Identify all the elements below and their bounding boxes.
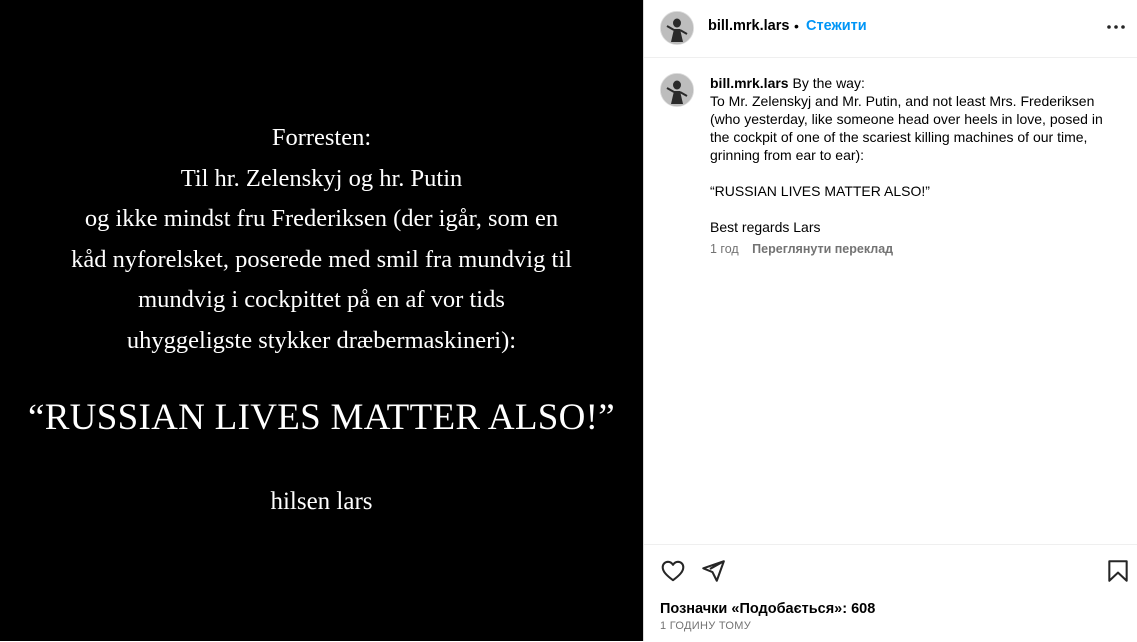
image-line: uhyggeligste stykker dræbermaskineri): bbox=[126, 326, 517, 354]
avatar[interactable] bbox=[660, 11, 694, 45]
caption-username[interactable]: bill.mrk.lars bbox=[710, 75, 789, 91]
heart-icon[interactable] bbox=[660, 558, 686, 584]
image-line: kåd nyforelsket, poserede med smil fra m… bbox=[71, 245, 572, 273]
image-line: Til hr. Zelenskyj og hr. Putin bbox=[180, 164, 463, 192]
caption-body: To Mr. Zelenskyj and Mr. Putin, and not … bbox=[710, 93, 1107, 163]
likes-count[interactable]: Позначки «Подобається»: 608 bbox=[660, 601, 875, 617]
send-icon[interactable] bbox=[700, 558, 726, 584]
caption-avatar[interactable] bbox=[660, 73, 694, 107]
header-username[interactable]: bill.mrk.lars bbox=[708, 18, 789, 34]
header-separator: • bbox=[794, 18, 799, 34]
action-bar: Позначки «Подобається»: 608 1 ГОДИНУ ТОМ… bbox=[644, 544, 1137, 642]
caption-first-line: bill.mrk.lars By the way: bbox=[710, 74, 1120, 92]
caption-meta: 1 год Переглянути переклад bbox=[710, 242, 893, 256]
post-timestamp[interactable]: 1 ГОДИНУ ТОМУ bbox=[660, 620, 751, 632]
post-caption: bill.mrk.lars By the way: To Mr. Zelensk… bbox=[710, 74, 1120, 236]
image-line: Forresten: bbox=[271, 124, 372, 151]
image-text-block: Forresten: Til hr. Zelenskyj og hr. Puti… bbox=[0, 118, 643, 361]
bookmark-icon[interactable] bbox=[1105, 558, 1131, 584]
caption-age: 1 год bbox=[710, 242, 739, 256]
image-line: og ikke mindst fru Frederiksen (der igår… bbox=[84, 205, 559, 232]
post-header: bill.mrk.lars • Стежити bbox=[644, 0, 1137, 58]
avatar-figure-icon bbox=[661, 12, 693, 44]
post-image[interactable]: Forresten: Til hr. Zelenskyj og hr. Puti… bbox=[0, 0, 643, 641]
caption-slogan: “RUSSIAN LIVES MATTER ALSO!” bbox=[710, 183, 930, 199]
caption-signoff: Best regards Lars bbox=[710, 219, 821, 235]
post-viewer: Forresten: Til hr. Zelenskyj og hr. Puti… bbox=[0, 0, 1137, 641]
caption-intro: By the way: bbox=[792, 75, 865, 91]
post-side-panel: bill.mrk.lars • Стежити bill.mrk.lars By… bbox=[644, 0, 1137, 641]
more-horizontal-icon[interactable] bbox=[1106, 17, 1126, 37]
follow-button[interactable]: Стежити bbox=[806, 18, 867, 34]
image-slogan: “RUSSIAN LIVES MATTER ALSO!” bbox=[27, 397, 616, 438]
image-line: mundvig i cockpittet på en af vor tids bbox=[138, 286, 505, 313]
image-signoff: hilsen lars bbox=[270, 488, 373, 515]
translate-link[interactable]: Переглянути переклад bbox=[752, 242, 893, 256]
avatar-figure-icon bbox=[661, 74, 693, 106]
